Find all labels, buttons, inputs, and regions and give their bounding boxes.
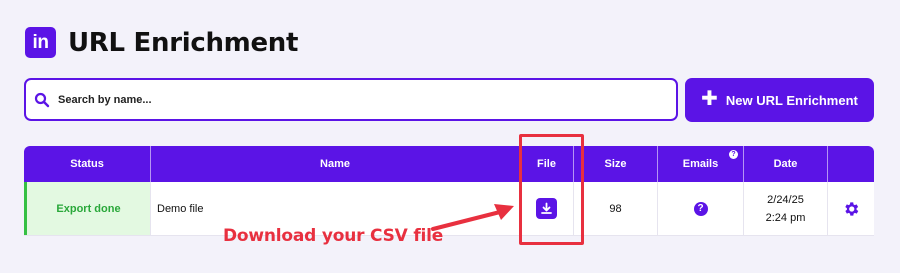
annotation-arrow-icon: [431, 204, 514, 231]
annotation-callout: Download your CSV file: [223, 226, 444, 246]
